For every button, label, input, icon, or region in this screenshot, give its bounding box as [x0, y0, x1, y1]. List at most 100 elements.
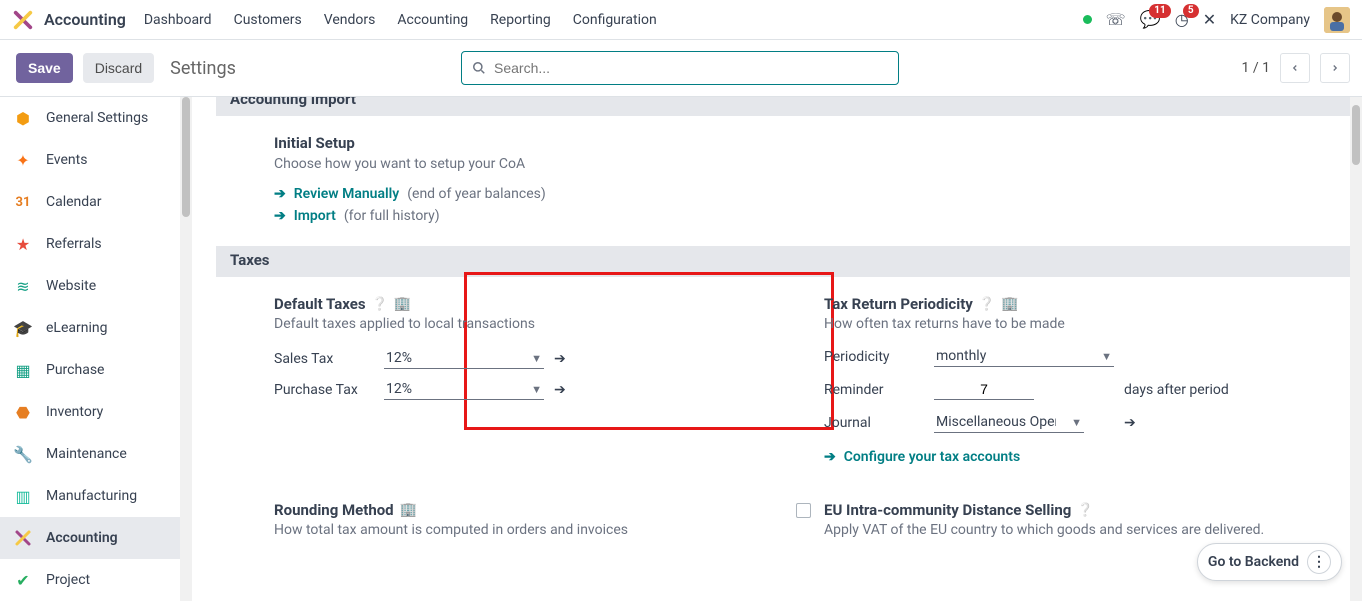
- sidebar-scrollbar[interactable]: [180, 97, 192, 601]
- search-input-wrap[interactable]: [461, 51, 899, 85]
- user-avatar[interactable]: [1324, 7, 1350, 33]
- activities-button[interactable]: ◷ 5: [1175, 10, 1189, 29]
- sidebar-item-general-settings[interactable]: ⬢General Settings: [0, 97, 180, 139]
- main-scrollbar[interactable]: [1350, 97, 1362, 601]
- journal-value: Miscellaneous Operat: [936, 414, 1056, 430]
- discuss-badge: 11: [1149, 4, 1170, 18]
- purchase-tax-value: 12%: [386, 381, 412, 397]
- reminder-input[interactable]: [934, 379, 1034, 400]
- menu-configuration[interactable]: Configuration: [573, 12, 657, 28]
- sidebar-item-label: Inventory: [46, 404, 103, 420]
- journal-select[interactable]: Miscellaneous Operat ▼: [934, 412, 1084, 433]
- discard-button[interactable]: Discard: [83, 53, 154, 83]
- pager-value[interactable]: 1 / 1: [1242, 60, 1270, 76]
- sidebar-item-label: Referrals: [46, 236, 102, 252]
- star-icon: ★: [12, 233, 34, 255]
- sales-tax-value: 12%: [386, 350, 412, 366]
- building-icon[interactable]: 🏢: [400, 502, 417, 518]
- journal-label: Journal: [824, 415, 924, 431]
- search-input[interactable]: [494, 60, 888, 76]
- help-icon[interactable]: ❔: [1077, 503, 1093, 518]
- sidebar-item-purchase[interactable]: ▦Purchase: [0, 349, 180, 391]
- box-icon: ⬣: [12, 401, 34, 423]
- sidebar-item-website[interactable]: ≋Website: [0, 265, 180, 307]
- arrow-right-icon: ➔: [824, 449, 836, 465]
- menu-vendors[interactable]: Vendors: [324, 12, 376, 28]
- control-panel: Save Discard Settings 1 / 1: [0, 40, 1362, 96]
- menu-accounting[interactable]: Accounting: [397, 12, 468, 28]
- sidebar-item-label: Calendar: [46, 194, 102, 210]
- company-selector[interactable]: KZ Company: [1230, 12, 1310, 28]
- import-link[interactable]: Import: [294, 208, 336, 224]
- scrollbar-thumb[interactable]: [1352, 105, 1360, 165]
- gear-icon: ⬢: [12, 107, 34, 129]
- sidebar-item-referrals[interactable]: ★ Referrals: [0, 223, 180, 265]
- review-suffix: (end of year balances): [407, 186, 546, 202]
- tax-return-desc: How often tax returns have to be made: [824, 316, 1326, 332]
- sidebar-item-maintenance[interactable]: 🔧 Maintenance: [0, 433, 180, 475]
- sidebar-item-project[interactable]: ✔Project: [0, 559, 180, 601]
- discuss-button[interactable]: 💬 11: [1140, 10, 1161, 30]
- help-icon[interactable]: ❔: [372, 297, 388, 312]
- sidebar-item-label: Events: [46, 152, 87, 168]
- top-nav: Accounting Dashboard Customers Vendors A…: [0, 0, 1362, 40]
- external-link-icon[interactable]: ➔: [1124, 415, 1326, 431]
- kebab-icon[interactable]: ⋮: [1307, 550, 1331, 574]
- sales-tax-select[interactable]: 12% ▼: [384, 348, 544, 369]
- building-icon[interactable]: 🏢: [394, 296, 411, 312]
- eu-distance-checkbox[interactable]: [796, 503, 811, 518]
- purchase-icon: ▦: [12, 359, 34, 381]
- review-manually-link[interactable]: Review Manually: [294, 186, 400, 202]
- configure-tax-accounts-link[interactable]: Configure your tax accounts: [844, 449, 1020, 465]
- sidebar-item-label: Maintenance: [46, 446, 127, 462]
- chevron-down-icon: ▼: [1101, 350, 1112, 363]
- periodicity-select[interactable]: monthly ▼: [934, 346, 1114, 367]
- app-title[interactable]: Accounting: [44, 10, 126, 29]
- headset-icon[interactable]: ☏: [1106, 10, 1126, 29]
- periodicity-label: Periodicity: [824, 349, 924, 365]
- scrollbar-thumb[interactable]: [182, 97, 190, 217]
- rounding-method-title: Rounding Method: [274, 501, 394, 519]
- external-link-icon[interactable]: ➔: [554, 382, 574, 398]
- building-icon[interactable]: 🏢: [1001, 296, 1018, 312]
- purchase-tax-label: Purchase Tax: [274, 382, 374, 398]
- activities-badge: 5: [1183, 4, 1199, 18]
- check-icon: ✔: [12, 569, 34, 591]
- section-header-import: Accounting Import: [216, 97, 1350, 116]
- pager-prev-button[interactable]: [1280, 53, 1310, 83]
- top-nav-right: ☏ 💬 11 ◷ 5 ✕ KZ Company: [1083, 7, 1350, 33]
- sidebar-item-label: Website: [46, 278, 96, 294]
- events-icon: ✦: [12, 149, 34, 171]
- graduation-icon: 🎓: [12, 317, 34, 339]
- eu-distance-card: EU Intra-community Distance Selling ❔ Ap…: [796, 501, 1326, 538]
- external-link-icon[interactable]: ➔: [554, 351, 574, 367]
- default-taxes-desc: Default taxes applied to local transacti…: [274, 316, 776, 332]
- menu-dashboard[interactable]: Dashboard: [144, 12, 212, 28]
- sidebar-item-manufacturing[interactable]: ▥ Manufacturing: [0, 475, 180, 517]
- wrench-icon: 🔧: [12, 443, 34, 465]
- rounding-method-desc: How total tax amount is computed in orde…: [274, 522, 776, 538]
- menu-reporting[interactable]: Reporting: [490, 12, 551, 28]
- eu-distance-title: EU Intra-community Distance Selling: [824, 501, 1071, 519]
- default-taxes-title: Default Taxes: [274, 295, 366, 313]
- sidebar-item-label: eLearning: [46, 320, 107, 336]
- sidebar-item-elearning[interactable]: 🎓 eLearning: [0, 307, 180, 349]
- sidebar-item-accounting[interactable]: Accounting: [0, 517, 180, 559]
- chevron-down-icon: ▼: [1071, 416, 1082, 429]
- search-icon: [472, 61, 486, 75]
- menu-customers[interactable]: Customers: [234, 12, 302, 28]
- sidebar-item-label: Manufacturing: [46, 488, 137, 504]
- save-button[interactable]: Save: [16, 53, 73, 83]
- sidebar-item-inventory[interactable]: ⬣ Inventory: [0, 391, 180, 433]
- sidebar-item-calendar[interactable]: 31Calendar: [0, 181, 180, 223]
- sidebar-item-events[interactable]: ✦ Events: [0, 139, 180, 181]
- studio-icon[interactable]: ✕: [1203, 10, 1216, 29]
- factory-icon: ▥: [12, 485, 34, 507]
- purchase-tax-select[interactable]: 12% ▼: [384, 379, 544, 400]
- tax-return-card: Tax Return Periodicity ❔ 🏢 How often tax…: [796, 295, 1326, 465]
- pager-next-button[interactable]: [1320, 53, 1350, 83]
- help-icon[interactable]: ❔: [979, 297, 995, 312]
- go-to-backend-label: Go to Backend: [1208, 554, 1299, 570]
- go-to-backend-button[interactable]: Go to Backend ⋮: [1197, 543, 1342, 581]
- rounding-method-card: Rounding Method 🏢 How total tax amount i…: [246, 501, 776, 538]
